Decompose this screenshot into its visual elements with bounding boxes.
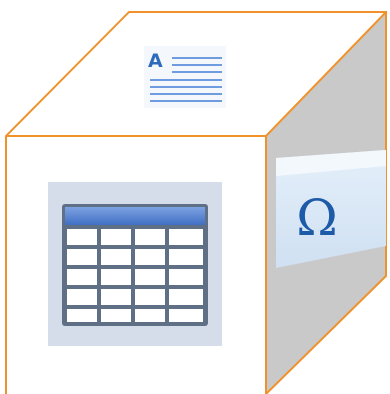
text-document-icon: A: [144, 46, 226, 108]
letter-a-glyph: A: [148, 50, 163, 72]
cube-illustration: A Ω: [0, 0, 390, 394]
symbol-omega-icon: Ω: [276, 150, 388, 268]
table-icon: [48, 182, 222, 346]
omega-glyph: Ω: [296, 189, 338, 247]
